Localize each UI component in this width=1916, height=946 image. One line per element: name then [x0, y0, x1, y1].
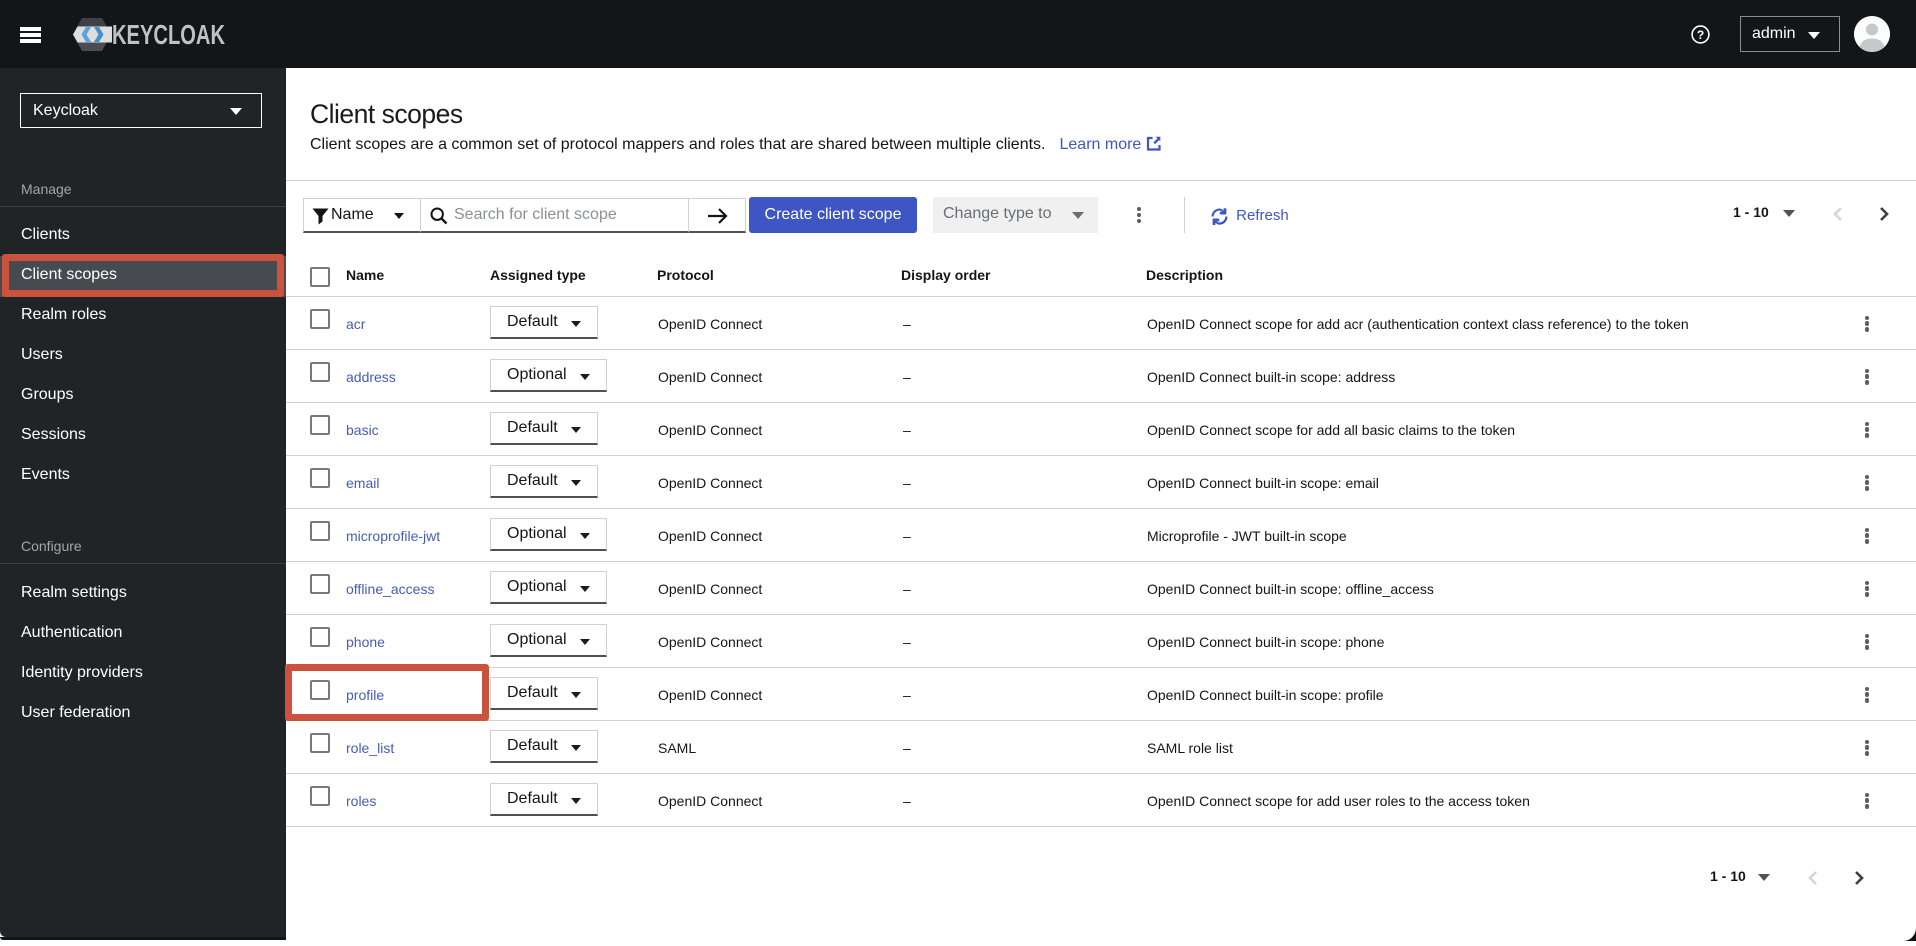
svg-text:?: ? [1697, 28, 1704, 42]
svg-text:KEYCLOAK: KEYCLOAK [112, 19, 225, 50]
